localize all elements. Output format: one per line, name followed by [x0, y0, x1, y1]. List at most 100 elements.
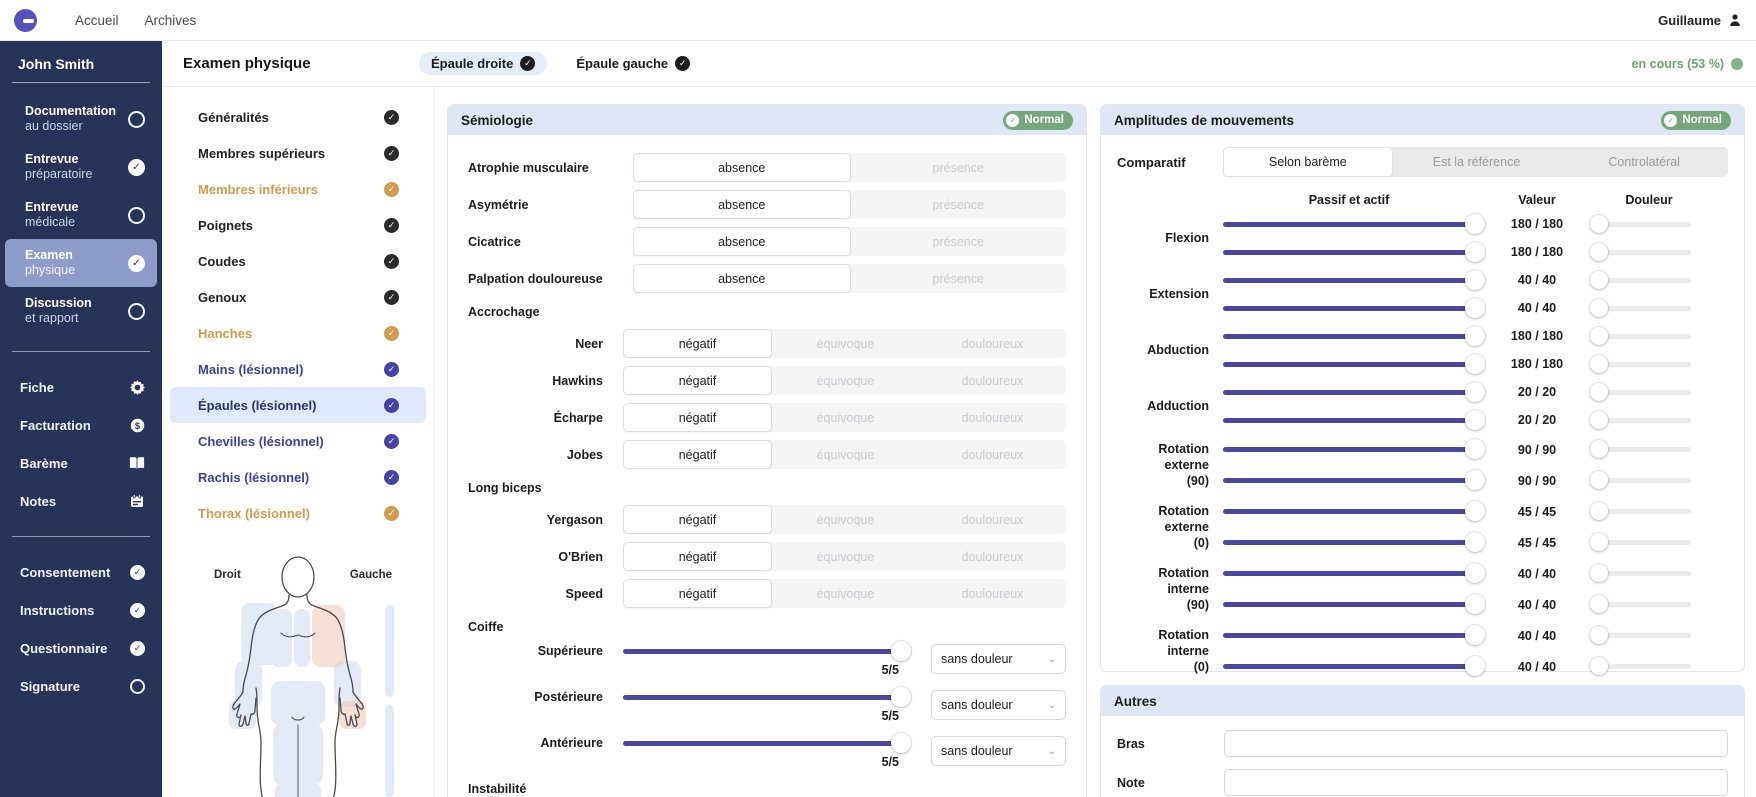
slider-thumb[interactable] [1590, 471, 1608, 489]
pain-slider[interactable] [1590, 471, 1691, 489]
slider-thumb[interactable] [1465, 625, 1485, 645]
slider-thumb[interactable] [1590, 564, 1608, 582]
option-pr-sence[interactable]: présence [851, 190, 1067, 219]
slider-thumb[interactable] [1465, 297, 1485, 318]
slider-thumb[interactable] [1590, 270, 1608, 289]
pain-slider[interactable] [1590, 382, 1691, 401]
active-range-slider[interactable] [1223, 656, 1485, 676]
passive-range-slider[interactable] [1223, 439, 1485, 459]
slider-thumb[interactable] [1590, 502, 1608, 520]
sidebar-item-fiche[interactable]: Fiche [0, 368, 162, 406]
sidebar-step-entrevue[interactable]: Entrevue préparatoire ✓ [5, 143, 157, 191]
slider-thumb[interactable] [1590, 382, 1608, 401]
option--quivoque[interactable]: équivoque [772, 403, 919, 432]
pain-slider[interactable] [1590, 502, 1691, 520]
option-n-gatif[interactable]: négatif [623, 579, 772, 608]
app-logo-icon[interactable] [14, 8, 37, 32]
slider-thumb[interactable] [1465, 381, 1485, 402]
section-item--paules-l-sionnel-[interactable]: Épaules (lésionnel) ✓ [170, 387, 426, 423]
active-range-slider[interactable] [1223, 353, 1485, 374]
option-douloureux[interactable]: douloureux [919, 440, 1066, 469]
option-douloureux[interactable]: douloureux [919, 329, 1066, 358]
section-item-hanches[interactable]: Hanches ✓ [170, 315, 426, 351]
passive-range-slider[interactable] [1223, 563, 1485, 583]
section-item-rachis-l-sionnel-[interactable]: Rachis (lésionnel) ✓ [170, 459, 426, 495]
option-pr-sence[interactable]: présence [851, 227, 1067, 256]
sidebar-item-signature[interactable]: Signature [0, 667, 162, 705]
option-pr-sence[interactable]: présence [851, 153, 1067, 182]
pain-slider[interactable] [1590, 595, 1691, 613]
comparatif-option-selon-bar-me[interactable]: Selon barème [1223, 147, 1393, 177]
sidebar-item-facturation[interactable]: Facturation $ [0, 406, 162, 444]
section-item-membres-inf-rieurs[interactable]: Membres inférieurs ✓ [170, 171, 426, 207]
pain-slider[interactable] [1590, 564, 1691, 582]
pain-dropdown[interactable]: sans douleur ⌄ [931, 644, 1066, 674]
option--quivoque[interactable]: équivoque [772, 505, 919, 534]
comparatif-option-est-la-r-f-rence[interactable]: Est la référence [1393, 147, 1561, 177]
section-item-thorax-l-sionnel-[interactable]: Thorax (lésionnel) ✓ [170, 495, 426, 531]
section-item-poignets[interactable]: Poignets ✓ [170, 207, 426, 243]
active-range-slider[interactable] [1223, 241, 1485, 262]
section-item-g-n-ralit-s[interactable]: Généralités ✓ [170, 99, 426, 135]
pain-dropdown[interactable]: sans douleur ⌄ [931, 736, 1066, 766]
sidebar-item-questionnaire[interactable]: Questionnaire ✓ [0, 629, 162, 667]
option--quivoque[interactable]: équivoque [772, 542, 919, 571]
sidebar-item-consentement[interactable]: Consentement ✓ [0, 553, 162, 591]
sidebar-step-examen[interactable]: Examen physique ✓ [5, 239, 157, 287]
slider-thumb[interactable] [891, 641, 911, 661]
slider-thumb[interactable] [1465, 594, 1485, 614]
pain-slider[interactable] [1590, 326, 1691, 345]
strength-slider[interactable]: 5/5 [623, 641, 911, 677]
option-absence[interactable]: absence [633, 227, 851, 256]
passive-range-slider[interactable] [1223, 269, 1485, 290]
option-absence[interactable]: absence [633, 190, 851, 219]
body-figure[interactable] [185, 555, 411, 797]
option-n-gatif[interactable]: négatif [623, 505, 772, 534]
passive-range-slider[interactable] [1223, 381, 1485, 402]
section-item-membres-sup-rieurs[interactable]: Membres supérieurs ✓ [170, 135, 426, 171]
slider-thumb[interactable] [1465, 532, 1485, 552]
slider-thumb[interactable] [1590, 354, 1608, 373]
slider-thumb[interactable] [1590, 533, 1608, 551]
option--quivoque[interactable]: équivoque [772, 579, 919, 608]
section-item-mains-l-sionnel-[interactable]: Mains (lésionnel) ✓ [170, 351, 426, 387]
option--quivoque[interactable]: équivoque [772, 440, 919, 469]
section-item-coudes[interactable]: Coudes ✓ [170, 243, 426, 279]
pain-slider[interactable] [1590, 657, 1691, 675]
pain-slider[interactable] [1590, 354, 1691, 373]
slider-thumb[interactable] [1465, 656, 1485, 676]
slider-thumb[interactable] [1590, 214, 1608, 233]
option-n-gatif[interactable]: négatif [623, 366, 772, 395]
sidebar-item-instructions[interactable]: Instructions ✓ [0, 591, 162, 629]
option-pr-sence[interactable]: présence [851, 264, 1067, 293]
pain-slider[interactable] [1590, 410, 1691, 429]
slider-thumb[interactable] [1465, 563, 1485, 583]
option-absence[interactable]: absence [633, 264, 851, 293]
slider-thumb[interactable] [1590, 326, 1608, 345]
sidebar-step-entrevue[interactable]: Entrevue médicale [5, 191, 157, 239]
section-item-chevilles-l-sionnel-[interactable]: Chevilles (lésionnel) ✓ [170, 423, 426, 459]
slider-thumb[interactable] [1590, 298, 1608, 317]
slider-thumb[interactable] [1465, 409, 1485, 430]
note-input[interactable] [1224, 769, 1728, 796]
slider-thumb[interactable] [1465, 439, 1485, 459]
pain-slider[interactable] [1590, 440, 1691, 458]
passive-range-slider[interactable] [1223, 501, 1485, 521]
strength-slider[interactable]: 5/5 [623, 687, 911, 723]
slider-thumb[interactable] [1590, 657, 1608, 675]
active-range-slider[interactable] [1223, 532, 1485, 552]
pain-dropdown[interactable]: sans douleur ⌄ [931, 690, 1066, 720]
pain-slider[interactable] [1590, 626, 1691, 644]
sidebar-item-barème[interactable]: Barème [0, 444, 162, 482]
option--quivoque[interactable]: équivoque [772, 329, 919, 358]
active-range-slider[interactable] [1223, 470, 1485, 490]
section-item-genoux[interactable]: Genoux ✓ [170, 279, 426, 315]
option-n-gatif[interactable]: négatif [623, 542, 772, 571]
slider-thumb[interactable] [1465, 470, 1485, 490]
active-range-slider[interactable] [1223, 409, 1485, 430]
option--quivoque[interactable]: équivoque [772, 366, 919, 395]
slider-thumb[interactable] [1590, 626, 1608, 644]
sidebar-step-documentation[interactable]: Documentation au dossier [5, 95, 157, 143]
option-douloureux[interactable]: douloureux [919, 579, 1066, 608]
sidebar-step-discussion[interactable]: Discussion et rapport [5, 287, 157, 335]
